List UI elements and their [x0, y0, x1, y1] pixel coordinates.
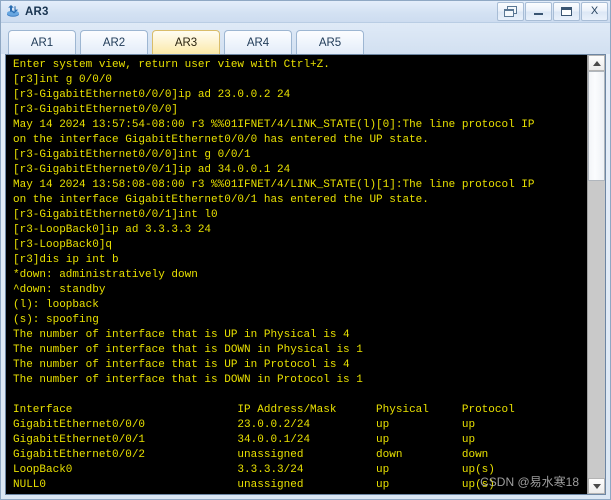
vertical-scrollbar[interactable] — [587, 55, 605, 494]
router-icon — [6, 4, 21, 19]
console-line: on the interface GigabitEthernet0/0/0 ha… — [13, 134, 429, 146]
console-line: [r3-GigabitEthernet0/0/0]int g 0/0/1 — [13, 149, 251, 161]
tab-label: AR4 — [246, 36, 270, 49]
console-line: [r3] — [13, 493, 587, 494]
console-line: The number of interface that is UP in Ph… — [13, 329, 350, 341]
console-line: [r3-GigabitEthernet0/0/1]ip ad 34.0.0.1 … — [13, 164, 291, 176]
tab-ar5[interactable]: AR5 — [296, 30, 364, 54]
console-output-area[interactable]: Enter system view, return user view with… — [6, 55, 587, 494]
console-line: [r3-GigabitEthernet0/0/0]ip ad 23.0.0.2 … — [13, 89, 291, 101]
title-bar: AR3 X — [1, 1, 610, 23]
close-window-button[interactable]: X — [581, 1, 608, 21]
minimize-icon — [534, 13, 543, 15]
maximize-window-button[interactable] — [553, 1, 580, 21]
tab-label: AR1 — [30, 36, 54, 49]
tab-ar3[interactable]: AR3 — [152, 30, 220, 54]
maximize-icon — [561, 6, 572, 16]
console-line: The number of interface that is DOWN in … — [13, 344, 363, 356]
tab-ar1[interactable]: AR1 — [8, 30, 76, 54]
scroll-up-arrow[interactable] — [588, 55, 605, 71]
console-line: (l): loopback — [13, 299, 99, 311]
console-line: GigabitEthernet0/0/2 unassigned down dow… — [13, 449, 489, 461]
console-line: *down: administratively down — [13, 269, 198, 281]
console-line: NULL0 unassigned up up(s) — [13, 479, 495, 491]
window-title: AR3 — [25, 5, 49, 18]
restore-icon — [504, 5, 517, 17]
console-lines: Enter system view, return user view with… — [13, 58, 587, 494]
console-line: ^down: standby — [13, 284, 106, 296]
console-line: May 14 2024 13:57:54-08:00 r3 %%01IFNET/… — [13, 119, 535, 131]
application-window: AR3 X AR1 AR2 AR3 AR4 AR5 Enter system view,… — [0, 0, 611, 500]
scrollbar-thumb[interactable] — [588, 71, 605, 181]
tab-ar2[interactable]: AR2 — [80, 30, 148, 54]
tab-label: AR5 — [318, 36, 342, 49]
console-line: [r3-LoopBack0]ip ad 3.3.3.3 24 — [13, 224, 212, 236]
console-line: Interface IP Address/Mask Physical Proto… — [13, 404, 515, 416]
scrollbar-track[interactable] — [588, 71, 605, 478]
console-line: The number of interface that is DOWN in … — [13, 374, 363, 386]
console-line: LoopBack0 3.3.3.3/24 up up(s) — [13, 464, 495, 476]
tab-label: AR2 — [102, 36, 126, 49]
console-line: [r3]int g 0/0/0 — [13, 74, 113, 86]
minimize-window-button[interactable] — [525, 1, 552, 21]
tab-label: AR3 — [174, 36, 198, 49]
console-line: [r3-LoopBack0]q — [13, 239, 113, 251]
close-icon: X — [590, 4, 599, 17]
console-line: (s): spoofing — [13, 314, 99, 326]
tab-ar4[interactable]: AR4 — [224, 30, 292, 54]
console-line: on the interface GigabitEthernet0/0/1 ha… — [13, 194, 429, 206]
device-tab-strip: AR1 AR2 AR3 AR4 AR5 — [1, 23, 610, 54]
triangle-down-icon — [592, 483, 601, 489]
window-controls: X — [496, 1, 608, 22]
scroll-down-arrow[interactable] — [588, 478, 605, 494]
terminal-panel: Enter system view, return user view with… — [5, 54, 606, 495]
console-line: GigabitEthernet0/0/0 23.0.0.2/24 up up — [13, 419, 476, 431]
console-line: May 14 2024 13:58:08-08:00 r3 %%01IFNET/… — [13, 179, 535, 191]
console-line: GigabitEthernet0/0/1 34.0.0.1/24 up up — [13, 434, 476, 446]
console-line: [r3]dis ip int b — [13, 254, 119, 266]
console-line: Enter system view, return user view with… — [13, 59, 330, 71]
console-line: The number of interface that is UP in Pr… — [13, 359, 350, 371]
console-line: [r3-GigabitEthernet0/0/0] — [13, 104, 179, 116]
console-line: [r3-GigabitEthernet0/0/1]int l0 — [13, 209, 218, 221]
triangle-up-icon — [592, 60, 601, 66]
restore-window-button[interactable] — [497, 1, 524, 21]
